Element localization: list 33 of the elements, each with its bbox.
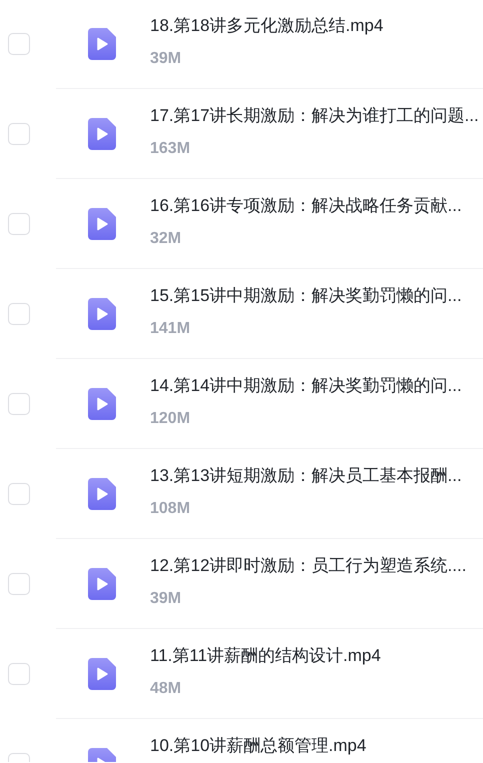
video-file-icon [88,208,116,240]
checkbox[interactable] [8,213,30,235]
checkbox[interactable] [8,573,30,595]
video-file-icon [88,388,116,420]
file-size: 163M [150,139,192,159]
video-file-icon [88,298,116,330]
video-file-icon [88,478,116,510]
file-size: 48M [150,679,182,699]
video-file-icon [88,568,116,600]
file-name: 17.第17讲长期激励：解决为谁打工的问题... [150,105,479,127]
file-name: 11.第11讲薪酬的结构设计.mp4 [150,645,381,667]
file-name: 10.第10讲薪酬总额管理.mp4 [150,735,366,757]
file-name: 18.第18讲多元化激励总结.mp4 [150,15,384,37]
file-size: 39M [150,49,182,69]
video-file-icon [88,118,116,150]
file-size: 141M [150,319,192,339]
checkbox[interactable] [8,663,30,685]
checkbox[interactable] [8,123,30,145]
file-name: 16.第16讲专项激励：解决战略任务贡献... [150,195,462,217]
file-name: 15.第15讲中期激励：解决奖勤罚懒的问... [150,285,462,307]
file-size: 32M [150,229,182,249]
checkbox[interactable] [8,33,30,55]
checkbox[interactable] [8,483,30,505]
checkbox[interactable] [8,393,30,415]
file-name: 12.第12讲即时激励：员工行为塑造系统.... [150,555,466,577]
file-name: 13.第13讲短期激励：解决员工基本报酬... [150,465,462,487]
checkbox[interactable] [8,303,30,325]
file-size: 39M [150,589,182,609]
video-file-icon [88,658,116,690]
file-size: 120M [150,409,192,429]
file-name: 14.第14讲中期激励：解决奖勤罚懒的问... [150,375,462,397]
file-size: 108M [150,499,192,519]
video-file-icon [88,28,116,60]
